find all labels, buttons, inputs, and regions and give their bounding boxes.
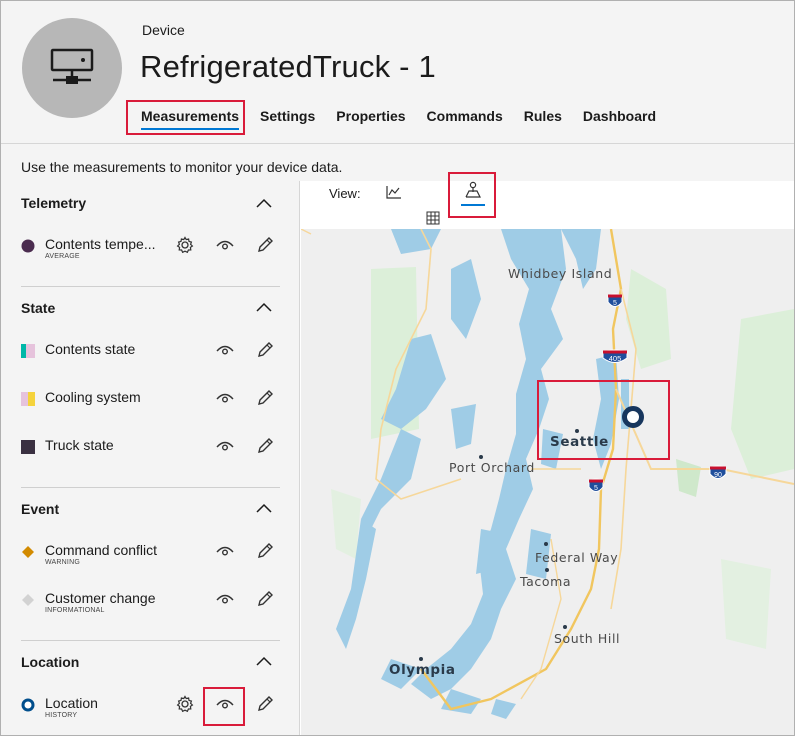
eye-icon[interactable] (215, 694, 235, 714)
tab-dashboard[interactable]: Dashboard (583, 108, 656, 130)
header-divider (1, 143, 794, 144)
eye-icon[interactable] (215, 589, 235, 609)
eye-icon[interactable] (215, 340, 235, 360)
device-tabs: Measurements Settings Properties Command… (141, 108, 677, 130)
tab-settings[interactable]: Settings (260, 108, 315, 130)
measurement-row-location[interactable]: Location HISTORY (21, 690, 281, 720)
active-view-indicator (461, 204, 485, 206)
measurement-label: Contents state (45, 341, 136, 357)
color-swatch (21, 239, 35, 253)
color-swatch (22, 594, 34, 606)
svg-text:90: 90 (714, 472, 722, 479)
edit-icon[interactable] (255, 235, 275, 255)
edit-icon[interactable] (255, 589, 275, 609)
device-avatar (22, 18, 122, 118)
measurement-label: Contents tempe... (45, 236, 156, 252)
location-map[interactable]: Whidbey Island Seattle Port Orchard Fede… (301, 229, 794, 735)
edit-icon[interactable] (255, 340, 275, 360)
event-section-title: Event (21, 501, 60, 517)
measurement-row-customer-change[interactable]: Customer change INFORMATIONAL (21, 585, 281, 615)
measurement-label: Command conflict (45, 542, 158, 558)
map-city-dot (419, 657, 423, 661)
measurement-severity: WARNING (45, 559, 80, 566)
map-city-dot (563, 625, 567, 629)
truck-location-marker[interactable] (622, 406, 644, 428)
section-divider (21, 640, 280, 641)
map-label-federal-way: Federal Way (535, 550, 619, 565)
chevron-up-icon[interactable] (255, 502, 273, 514)
interstate-shield-icon: 5 (588, 478, 604, 492)
measurement-label: Truck state (45, 437, 114, 453)
measurement-label: Location (45, 695, 98, 711)
page-description: Use the measurements to monitor your dev… (21, 159, 343, 175)
device-header: Device RefrigeratedTruck - 1 Measurement… (1, 1, 794, 181)
map-label-south-hill: South Hill (554, 631, 621, 646)
tab-rules[interactable]: Rules (524, 108, 562, 130)
interstate-shield-icon: 405 (602, 349, 628, 363)
color-swatch (22, 546, 34, 558)
measurement-row-contents-state[interactable]: Contents state (21, 336, 281, 366)
section-divider (21, 286, 280, 287)
svg-text:5: 5 (613, 300, 617, 307)
device-name-title: RefrigeratedTruck - 1 (140, 49, 436, 84)
color-swatch (21, 392, 35, 406)
map-city-dot (544, 542, 548, 546)
color-swatch (21, 344, 35, 358)
measurement-label: Cooling system (45, 389, 141, 405)
interstate-shield-icon: 90 (709, 465, 727, 479)
eye-icon[interactable] (215, 388, 235, 408)
state-section-title: State (21, 300, 56, 316)
grid-icon[interactable] (426, 211, 440, 225)
measurement-mode: HISTORY (45, 712, 78, 719)
svg-text:5: 5 (594, 485, 598, 492)
measurement-aggregation: AVERAGE (45, 253, 80, 260)
section-divider (21, 487, 280, 488)
svg-text:405: 405 (609, 354, 622, 363)
eye-icon[interactable] (215, 541, 235, 561)
chevron-up-icon[interactable] (255, 197, 273, 209)
measurement-row-truck-state[interactable]: Truck state (21, 432, 281, 462)
device-type-label: Device (142, 22, 185, 38)
device-icon (50, 48, 94, 84)
edit-icon[interactable] (255, 388, 275, 408)
map-label-port-orchard: Port Orchard (449, 460, 535, 475)
tab-commands[interactable]: Commands (427, 108, 503, 130)
map-label-tacoma: Tacoma (520, 574, 572, 589)
eye-icon[interactable] (215, 235, 235, 255)
measurement-label: Customer change (45, 590, 156, 606)
measurement-row-contents-temperature[interactable]: Contents tempe... AVERAGE (21, 231, 281, 261)
edit-icon[interactable] (255, 541, 275, 561)
gear-icon[interactable] (175, 694, 195, 714)
eye-icon[interactable] (215, 436, 235, 456)
chevron-up-icon[interactable] (255, 655, 273, 667)
map-city-dot (479, 455, 483, 459)
view-toolbar: View: (301, 181, 794, 229)
view-label: View: (329, 186, 361, 201)
map-label-whidbey-island: Whidbey Island (508, 266, 613, 281)
map-canvas (301, 229, 794, 719)
tab-measurements[interactable]: Measurements (141, 108, 240, 130)
map-city-dot (545, 568, 549, 572)
edit-icon[interactable] (255, 694, 275, 714)
interstate-shield-icon: 5 (607, 293, 623, 307)
chevron-up-icon[interactable] (255, 301, 273, 313)
tab-properties[interactable]: Properties (336, 108, 405, 130)
edit-icon[interactable] (255, 436, 275, 456)
line-chart-icon[interactable] (386, 185, 402, 199)
measurement-row-command-conflict[interactable]: Command conflict WARNING (21, 537, 281, 567)
location-section-title: Location (21, 654, 80, 670)
color-swatch (21, 698, 35, 712)
map-city-dot (575, 429, 579, 433)
map-pin-icon[interactable] (465, 181, 481, 199)
telemetry-section-title: Telemetry (21, 195, 87, 211)
map-label-olympia: Olympia (389, 662, 456, 678)
color-swatch (21, 440, 35, 454)
measurements-panel: Telemetry Contents tempe... AVERAGE Stat… (1, 181, 300, 735)
measurement-row-cooling-system[interactable]: Cooling system (21, 384, 281, 414)
gear-icon[interactable] (175, 235, 195, 255)
map-label-seattle: Seattle (550, 434, 609, 450)
measurement-severity: INFORMATIONAL (45, 607, 105, 614)
